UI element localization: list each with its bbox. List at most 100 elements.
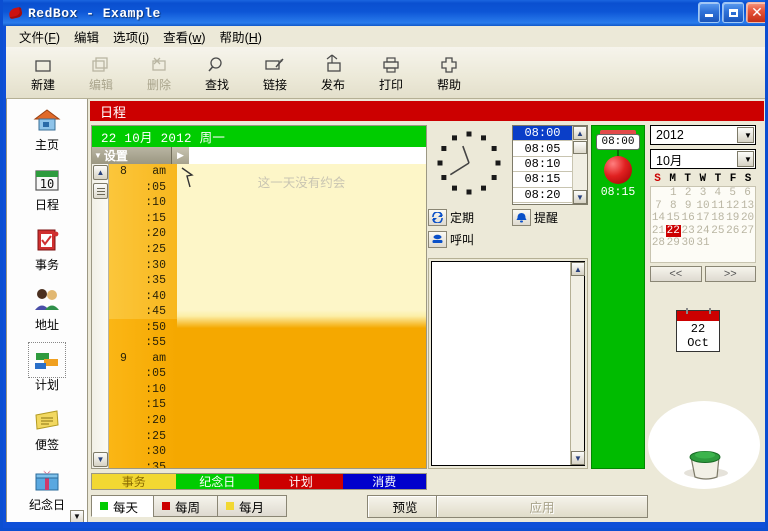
calendar-day[interactable]: 30 bbox=[681, 237, 696, 250]
tab-weekly[interactable]: 每周 bbox=[153, 495, 223, 517]
calendar-day[interactable]: 7 bbox=[651, 200, 666, 213]
toolbar-new[interactable]: 新建 bbox=[14, 47, 72, 97]
toolbar-edit[interactable]: 编辑 bbox=[72, 47, 130, 97]
calendar-day[interactable]: 23 bbox=[681, 225, 696, 238]
calendar-day[interactable]: 3 bbox=[696, 187, 711, 200]
minimize-button[interactable] bbox=[698, 2, 720, 23]
calendar-day[interactable]: 25 bbox=[710, 225, 725, 238]
toolbar-link[interactable]: 链接 bbox=[246, 47, 304, 97]
preview-button[interactable]: 预览 bbox=[367, 495, 443, 518]
menu-help[interactable]: 帮助(H) bbox=[213, 25, 269, 48]
menu-file[interactable]: 文件(F) bbox=[12, 25, 67, 48]
memo-textarea[interactable] bbox=[432, 262, 570, 465]
calendar-grid[interactable]: 1 2 3 4 5 6 7 8 9 10 11 12 13 14 15 16 17 18 19 20 21 22 23 24 2… bbox=[650, 186, 756, 263]
scroll-down-icon[interactable]: ▼ bbox=[93, 452, 108, 467]
settings-expand-button[interactable]: ▶ bbox=[171, 147, 189, 164]
calendar-day[interactable]: 4 bbox=[710, 187, 725, 200]
time-option[interactable]: 08:10 bbox=[513, 157, 572, 173]
time-row[interactable]: :50 bbox=[109, 319, 177, 336]
time-row[interactable]: :15 bbox=[109, 210, 177, 227]
repeat-button[interactable]: 定期 bbox=[428, 209, 474, 226]
time-row[interactable]: :15 bbox=[109, 397, 177, 413]
calendar-day[interactable]: 11 bbox=[710, 200, 725, 213]
time-row[interactable]: :20 bbox=[109, 412, 177, 429]
time-row[interactable]: :35 bbox=[109, 459, 177, 468]
sidebar-item-contacts[interactable]: 地址 bbox=[7, 279, 87, 339]
toolbar-publish[interactable]: 发布 bbox=[304, 47, 362, 97]
reminder-button[interactable]: 提醒 bbox=[512, 209, 558, 226]
calendar-day[interactable]: 28 bbox=[651, 237, 666, 250]
maximize-button[interactable] bbox=[722, 2, 744, 23]
chevron-down-icon[interactable]: ▼ bbox=[737, 127, 754, 143]
sidebar-item-plans[interactable]: 计划 bbox=[7, 339, 87, 399]
memo-scroll-up-icon[interactable]: ▲ bbox=[571, 262, 585, 276]
toolbar-search[interactable]: 查找 bbox=[188, 47, 246, 97]
time-option[interactable]: 08:15 bbox=[513, 172, 572, 188]
close-button[interactable]: ✕ bbox=[746, 2, 765, 23]
scroll-up-icon[interactable]: ▲ bbox=[93, 165, 108, 180]
calendar-day[interactable]: 20 bbox=[740, 212, 755, 225]
calendar-day[interactable]: 21 bbox=[651, 225, 666, 238]
calendar-day[interactable]: 27 bbox=[740, 225, 755, 238]
calendar-day[interactable]: 5 bbox=[725, 187, 740, 200]
calendar-next-button[interactable]: >> bbox=[704, 266, 756, 282]
calendar-day[interactable]: 17 bbox=[696, 212, 711, 225]
apply-button[interactable]: 应用 bbox=[436, 495, 648, 518]
time-row[interactable]: :45 bbox=[109, 303, 177, 320]
call-button[interactable]: 呼叫 bbox=[428, 231, 474, 248]
calendar-day[interactable]: 10 bbox=[696, 200, 711, 213]
toolbar-help[interactable]: 帮助 bbox=[420, 47, 478, 97]
time-row[interactable]: :35 bbox=[109, 272, 177, 289]
red-ball-icon[interactable] bbox=[604, 156, 632, 184]
category-tab[interactable]: 计划 bbox=[259, 474, 343, 489]
time-row[interactable]: 8 am bbox=[109, 164, 177, 180]
toolbar-print[interactable]: 打印 bbox=[362, 47, 420, 97]
time-picker-scrollbar[interactable]: ▲ ▼ bbox=[572, 126, 587, 204]
time-scroll-up-icon[interactable]: ▲ bbox=[573, 126, 587, 140]
sidebar-item-notes[interactable]: 便签 bbox=[7, 399, 87, 459]
time-option[interactable]: 08:20 bbox=[513, 188, 572, 203]
calendar-day[interactable]: 2 bbox=[681, 187, 696, 200]
calendar-day[interactable]: 12 bbox=[725, 200, 740, 213]
appointment-canvas[interactable]: 这一天没有约会 bbox=[177, 164, 426, 468]
schedule-scrollbar[interactable]: ▲ ▼ bbox=[92, 164, 109, 468]
calendar-day[interactable]: 8 bbox=[666, 200, 681, 213]
category-tab[interactable]: 纪念日 bbox=[175, 474, 259, 489]
sidebar-item-schedule[interactable]: 10 日程 bbox=[7, 159, 87, 219]
month-select[interactable]: 10月 ▼ bbox=[650, 149, 756, 169]
memo-scroll-down-icon[interactable]: ▼ bbox=[571, 451, 585, 465]
time-option[interactable]: 08:05 bbox=[513, 141, 572, 157]
appointment-body[interactable]: 这一天没有约会 bbox=[177, 164, 426, 468]
scroll-thumb[interactable] bbox=[93, 183, 108, 199]
calendar-day[interactable]: 6 bbox=[740, 187, 755, 200]
tab-monthly[interactable]: 每月 bbox=[217, 495, 287, 517]
menu-options[interactable]: 选项(i) bbox=[106, 25, 156, 48]
time-option[interactable]: 08:00 bbox=[513, 126, 572, 142]
time-row[interactable]: :40 bbox=[109, 288, 177, 304]
calendar-day[interactable]: 18 bbox=[710, 212, 725, 225]
chevron-down-icon[interactable]: ▼ bbox=[737, 151, 754, 167]
time-row[interactable]: :25 bbox=[109, 428, 177, 444]
menu-view[interactable]: 查看(w) bbox=[156, 25, 212, 48]
calendar-day[interactable]: 16 bbox=[681, 212, 696, 225]
time-picker-list[interactable]: 08:00 08:05 08:10 08:15 08:20 ▲ ▼ bbox=[512, 125, 588, 205]
calendar-day[interactable]: 24 bbox=[696, 225, 711, 238]
sidebar-item-home[interactable]: 主页 bbox=[7, 99, 87, 159]
time-row[interactable]: :30 bbox=[109, 257, 177, 273]
calendar-day[interactable]: 31 bbox=[696, 237, 711, 250]
sidebar-item-tasks[interactable]: 事务 bbox=[7, 219, 87, 279]
calendar-day[interactable]: 15 bbox=[666, 212, 681, 225]
time-row[interactable]: :30 bbox=[109, 443, 177, 460]
toolbar-delete[interactable]: 删除 bbox=[130, 47, 188, 97]
calendar-day[interactable]: 26 bbox=[725, 225, 740, 238]
time-row[interactable]: :05 bbox=[109, 179, 177, 196]
time-row[interactable]: :25 bbox=[109, 241, 177, 258]
calendar-day[interactable]: 13 bbox=[740, 200, 755, 213]
calendar-prev-button[interactable]: << bbox=[650, 266, 702, 282]
time-row[interactable]: :55 bbox=[109, 335, 177, 351]
calendar-day[interactable]: 29 bbox=[666, 237, 681, 250]
calendar-day[interactable]: 19 bbox=[725, 212, 740, 225]
memo-scrollbar[interactable]: ▲ ▼ bbox=[570, 262, 585, 465]
calendar-day[interactable]: 9 bbox=[681, 200, 696, 213]
time-row[interactable]: :10 bbox=[109, 195, 177, 211]
